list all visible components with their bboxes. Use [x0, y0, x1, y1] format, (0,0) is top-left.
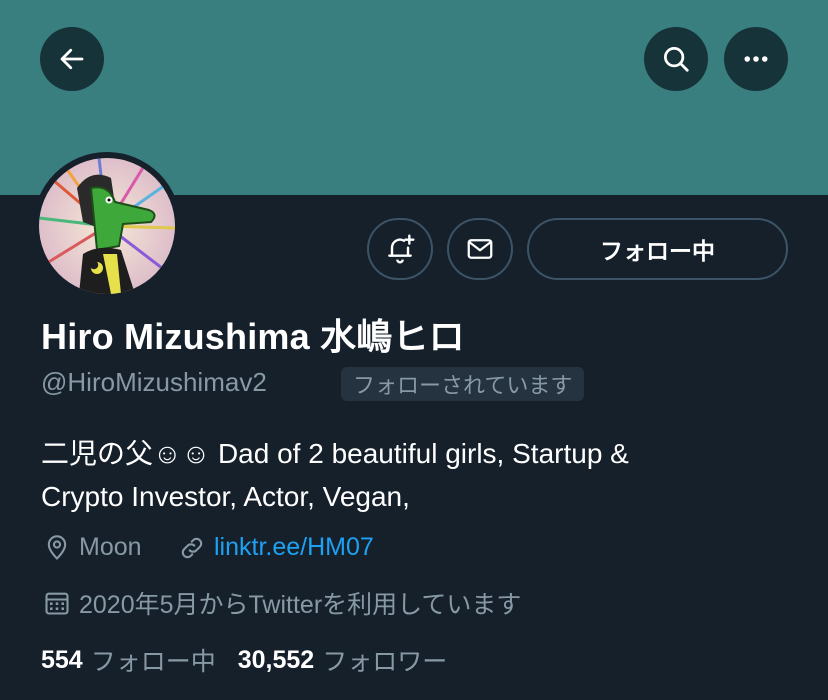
following-button[interactable]: フォロー中	[527, 218, 788, 280]
website-item[interactable]: linktr.ee/HM07	[178, 533, 374, 562]
bell-plus-icon	[388, 234, 415, 264]
follow-stats: 554 フォロー中 30,552 フォロワー	[41, 642, 447, 678]
message-button[interactable]	[447, 218, 513, 280]
follows-you-badge: フォローされています	[341, 367, 585, 401]
location-pin-icon	[47, 534, 67, 560]
arrow-left-icon	[60, 48, 84, 70]
follows-you-label: フォローされています	[353, 373, 573, 398]
more-horizontal-icon	[744, 56, 768, 62]
following-count: 554	[41, 645, 83, 674]
avatar-frame[interactable]	[33, 152, 181, 300]
mail-icon	[467, 239, 493, 259]
following-stat[interactable]: 554 フォロー中	[41, 642, 216, 678]
website-link[interactable]: linktr.ee/HM07	[214, 533, 374, 562]
location-item: Moon	[43, 533, 142, 562]
bio-line-1: 二児の父☺☺ Dad of 2 beautiful girls, Startup…	[41, 438, 629, 469]
followers-count: 30,552	[237, 645, 315, 674]
followers-label: フォロワー	[322, 648, 448, 676]
joined-text: 2020年5月からTwitterを利用しています	[79, 591, 522, 619]
location-text: Moon	[79, 533, 142, 561]
following-label: フォロー中	[90, 648, 216, 676]
user-handle: @HiroMizushimav2	[41, 367, 267, 397]
link-icon	[181, 537, 203, 558]
avatar-image	[39, 158, 175, 294]
calendar-icon	[45, 592, 69, 615]
joined-item: 2020年5月からTwitterを利用しています	[43, 585, 521, 621]
bio-line-2: Crypto Investor, Actor, Vegan,	[41, 481, 410, 512]
display-name: Hiro Mizushima 水嶋ヒロ	[41, 316, 465, 357]
back-button[interactable]	[40, 27, 104, 91]
search-button[interactable]	[644, 27, 708, 91]
avatar[interactable]	[39, 158, 175, 294]
search-icon	[664, 47, 689, 72]
notify-button[interactable]	[367, 218, 433, 280]
following-button-label: フォロー中	[600, 238, 715, 264]
followers-stat[interactable]: 30,552 フォロワー	[238, 642, 447, 678]
more-button[interactable]	[724, 27, 788, 91]
profile-bio: 二児の父☺☺ Dad of 2 beautiful girls, Startup…	[41, 432, 801, 518]
